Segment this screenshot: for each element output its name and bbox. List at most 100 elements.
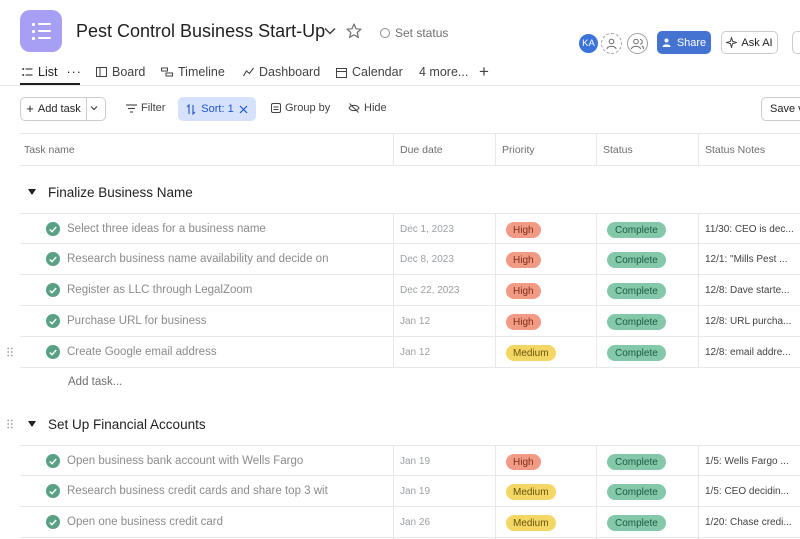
column-divider[interactable] bbox=[393, 133, 394, 166]
add-task-main[interactable]: + Add task bbox=[21, 98, 87, 120]
priority-badge[interactable]: Medium bbox=[506, 515, 556, 531]
due-date[interactable]: Dec 8, 2023 bbox=[400, 254, 454, 265]
due-date[interactable]: Jan 19 bbox=[400, 456, 430, 467]
section-header[interactable]: Set Up Financial Accounts bbox=[20, 410, 206, 438]
priority-badge[interactable]: High bbox=[506, 252, 541, 268]
avatar[interactable]: KA bbox=[578, 33, 599, 54]
column-divider[interactable] bbox=[698, 133, 699, 166]
table-row[interactable]: Research business credit cards and share… bbox=[20, 476, 800, 507]
project-icon[interactable] bbox=[20, 10, 62, 52]
caret-down-icon[interactable] bbox=[28, 421, 36, 427]
due-date[interactable]: Jan 19 bbox=[400, 486, 430, 497]
priority-badge[interactable]: High bbox=[506, 283, 541, 299]
priority-badge[interactable]: High bbox=[506, 314, 541, 330]
hide-button[interactable]: Hide bbox=[348, 102, 387, 114]
due-date[interactable]: Jan 26 bbox=[400, 517, 430, 528]
share-button[interactable]: Share bbox=[657, 31, 711, 54]
task-name[interactable]: Select three ideas for a business name bbox=[67, 223, 345, 235]
section-title[interactable]: Set Up Financial Accounts bbox=[48, 417, 206, 432]
column-divider[interactable] bbox=[495, 133, 496, 166]
column-header-due-date[interactable]: Due date bbox=[396, 134, 494, 165]
caret-down-icon[interactable] bbox=[28, 189, 36, 195]
set-status-button[interactable]: Set status bbox=[380, 26, 448, 40]
chevron-down-icon[interactable] bbox=[323, 24, 337, 38]
status-notes[interactable]: 1/5: Wells Fargo ... bbox=[705, 456, 800, 467]
close-icon[interactable] bbox=[239, 105, 248, 114]
due-date[interactable]: Dec 1, 2023 bbox=[400, 224, 454, 235]
priority-badge[interactable]: Medium bbox=[506, 484, 556, 500]
table-row[interactable]: Open business bank account with Wells Fa… bbox=[20, 445, 800, 476]
sort-button[interactable]: Sort: 1 bbox=[178, 97, 256, 121]
status-notes[interactable]: 1/5: CEO decidin... bbox=[705, 486, 800, 497]
column-header-priority[interactable]: Priority bbox=[498, 134, 596, 165]
add-task-link[interactable]: Add task... bbox=[68, 376, 122, 388]
tab-more-icon[interactable]: ··· bbox=[66, 65, 82, 79]
task-name[interactable]: Create Google email address bbox=[67, 346, 345, 358]
drag-handle-icon[interactable] bbox=[7, 419, 13, 429]
status-notes[interactable]: 11/30: CEO is dec... bbox=[705, 224, 800, 235]
check-circle-icon[interactable] bbox=[46, 314, 60, 328]
project-title[interactable]: Pest Control Business Start-Up bbox=[76, 21, 325, 42]
due-date[interactable]: Jan 12 bbox=[400, 347, 430, 358]
header-more-button[interactable] bbox=[792, 31, 800, 54]
tab-timeline[interactable]: Timeline bbox=[161, 65, 225, 79]
due-date[interactable]: Jan 12 bbox=[400, 316, 430, 327]
tab-more[interactable]: 4 more... bbox=[419, 65, 468, 79]
due-date[interactable]: Dec 22, 2023 bbox=[400, 285, 460, 296]
add-task-button[interactable]: + Add task bbox=[20, 97, 106, 121]
status-notes[interactable]: 12/1: "Mills Pest ... bbox=[705, 254, 800, 265]
status-notes[interactable]: 12/8: URL purcha... bbox=[705, 316, 800, 327]
check-circle-icon[interactable] bbox=[46, 252, 60, 266]
status-badge[interactable]: Complete bbox=[607, 283, 666, 299]
group-by-button[interactable]: Group by bbox=[271, 102, 330, 114]
check-circle-icon[interactable] bbox=[46, 454, 60, 468]
task-name[interactable]: Open business bank account with Wells Fa… bbox=[67, 455, 345, 467]
filter-button[interactable]: Filter bbox=[126, 102, 165, 114]
status-badge[interactable]: Complete bbox=[607, 314, 666, 330]
status-notes[interactable]: 12/8: email addre... bbox=[705, 347, 800, 358]
task-name[interactable]: Register as LLC through LegalZoom bbox=[67, 284, 345, 296]
check-circle-icon[interactable] bbox=[46, 484, 60, 498]
check-circle-icon[interactable] bbox=[46, 222, 60, 236]
tab-calendar[interactable]: Calendar bbox=[336, 65, 403, 79]
status-badge[interactable]: Complete bbox=[607, 345, 666, 361]
table-row[interactable]: Select three ideas for a business name D… bbox=[20, 213, 800, 244]
table-row[interactable]: Register as LLC through LegalZoom Dec 22… bbox=[20, 275, 800, 306]
task-name[interactable]: Research business credit cards and share… bbox=[67, 485, 345, 497]
column-header-status-notes[interactable]: Status Notes bbox=[701, 134, 800, 165]
priority-badge[interactable]: Medium bbox=[506, 345, 556, 361]
check-circle-icon[interactable] bbox=[46, 515, 60, 529]
status-notes[interactable]: 1/20: Chase credi... bbox=[705, 517, 800, 528]
add-tab-icon[interactable]: + bbox=[479, 62, 489, 82]
priority-badge[interactable]: High bbox=[506, 454, 541, 470]
column-header-task-name[interactable]: Task name bbox=[20, 134, 393, 165]
status-badge[interactable]: Complete bbox=[607, 252, 666, 268]
drag-handle-icon[interactable] bbox=[7, 347, 13, 357]
status-badge[interactable]: Complete bbox=[607, 515, 666, 531]
save-view-button[interactable]: Save vi bbox=[761, 97, 800, 121]
check-circle-icon[interactable] bbox=[46, 283, 60, 297]
chevron-down-icon[interactable] bbox=[89, 103, 99, 113]
column-divider[interactable] bbox=[596, 133, 597, 166]
section-title[interactable]: Finalize Business Name bbox=[48, 185, 193, 200]
column-header-status[interactable]: Status bbox=[599, 134, 697, 165]
star-icon[interactable] bbox=[345, 22, 363, 40]
section-header[interactable]: Finalize Business Name bbox=[20, 178, 193, 206]
table-row[interactable]: Research business name availability and … bbox=[20, 244, 800, 275]
task-name[interactable]: Open one business credit card bbox=[67, 516, 345, 528]
task-name[interactable]: Research business name availability and … bbox=[67, 253, 345, 265]
table-row[interactable]: Create Google email address Jan 12 Mediu… bbox=[7, 337, 800, 368]
tab-dashboard[interactable]: Dashboard bbox=[243, 65, 320, 79]
table-row[interactable]: Purchase URL for business Jan 12 High Co… bbox=[20, 306, 800, 337]
add-member-avatar[interactable] bbox=[601, 33, 622, 54]
check-circle-icon[interactable] bbox=[46, 345, 60, 359]
table-row[interactable]: Open one business credit card Jan 26 Med… bbox=[20, 507, 800, 538]
status-badge[interactable]: Complete bbox=[607, 222, 666, 238]
status-badge[interactable]: Complete bbox=[607, 454, 666, 470]
status-notes[interactable]: 12/8: Dave starte... bbox=[705, 285, 800, 296]
members-avatar[interactable] bbox=[627, 33, 648, 54]
priority-badge[interactable]: High bbox=[506, 222, 541, 238]
tab-board[interactable]: Board bbox=[96, 65, 145, 79]
status-badge[interactable]: Complete bbox=[607, 484, 666, 500]
tab-list[interactable]: List ··· bbox=[22, 65, 82, 79]
